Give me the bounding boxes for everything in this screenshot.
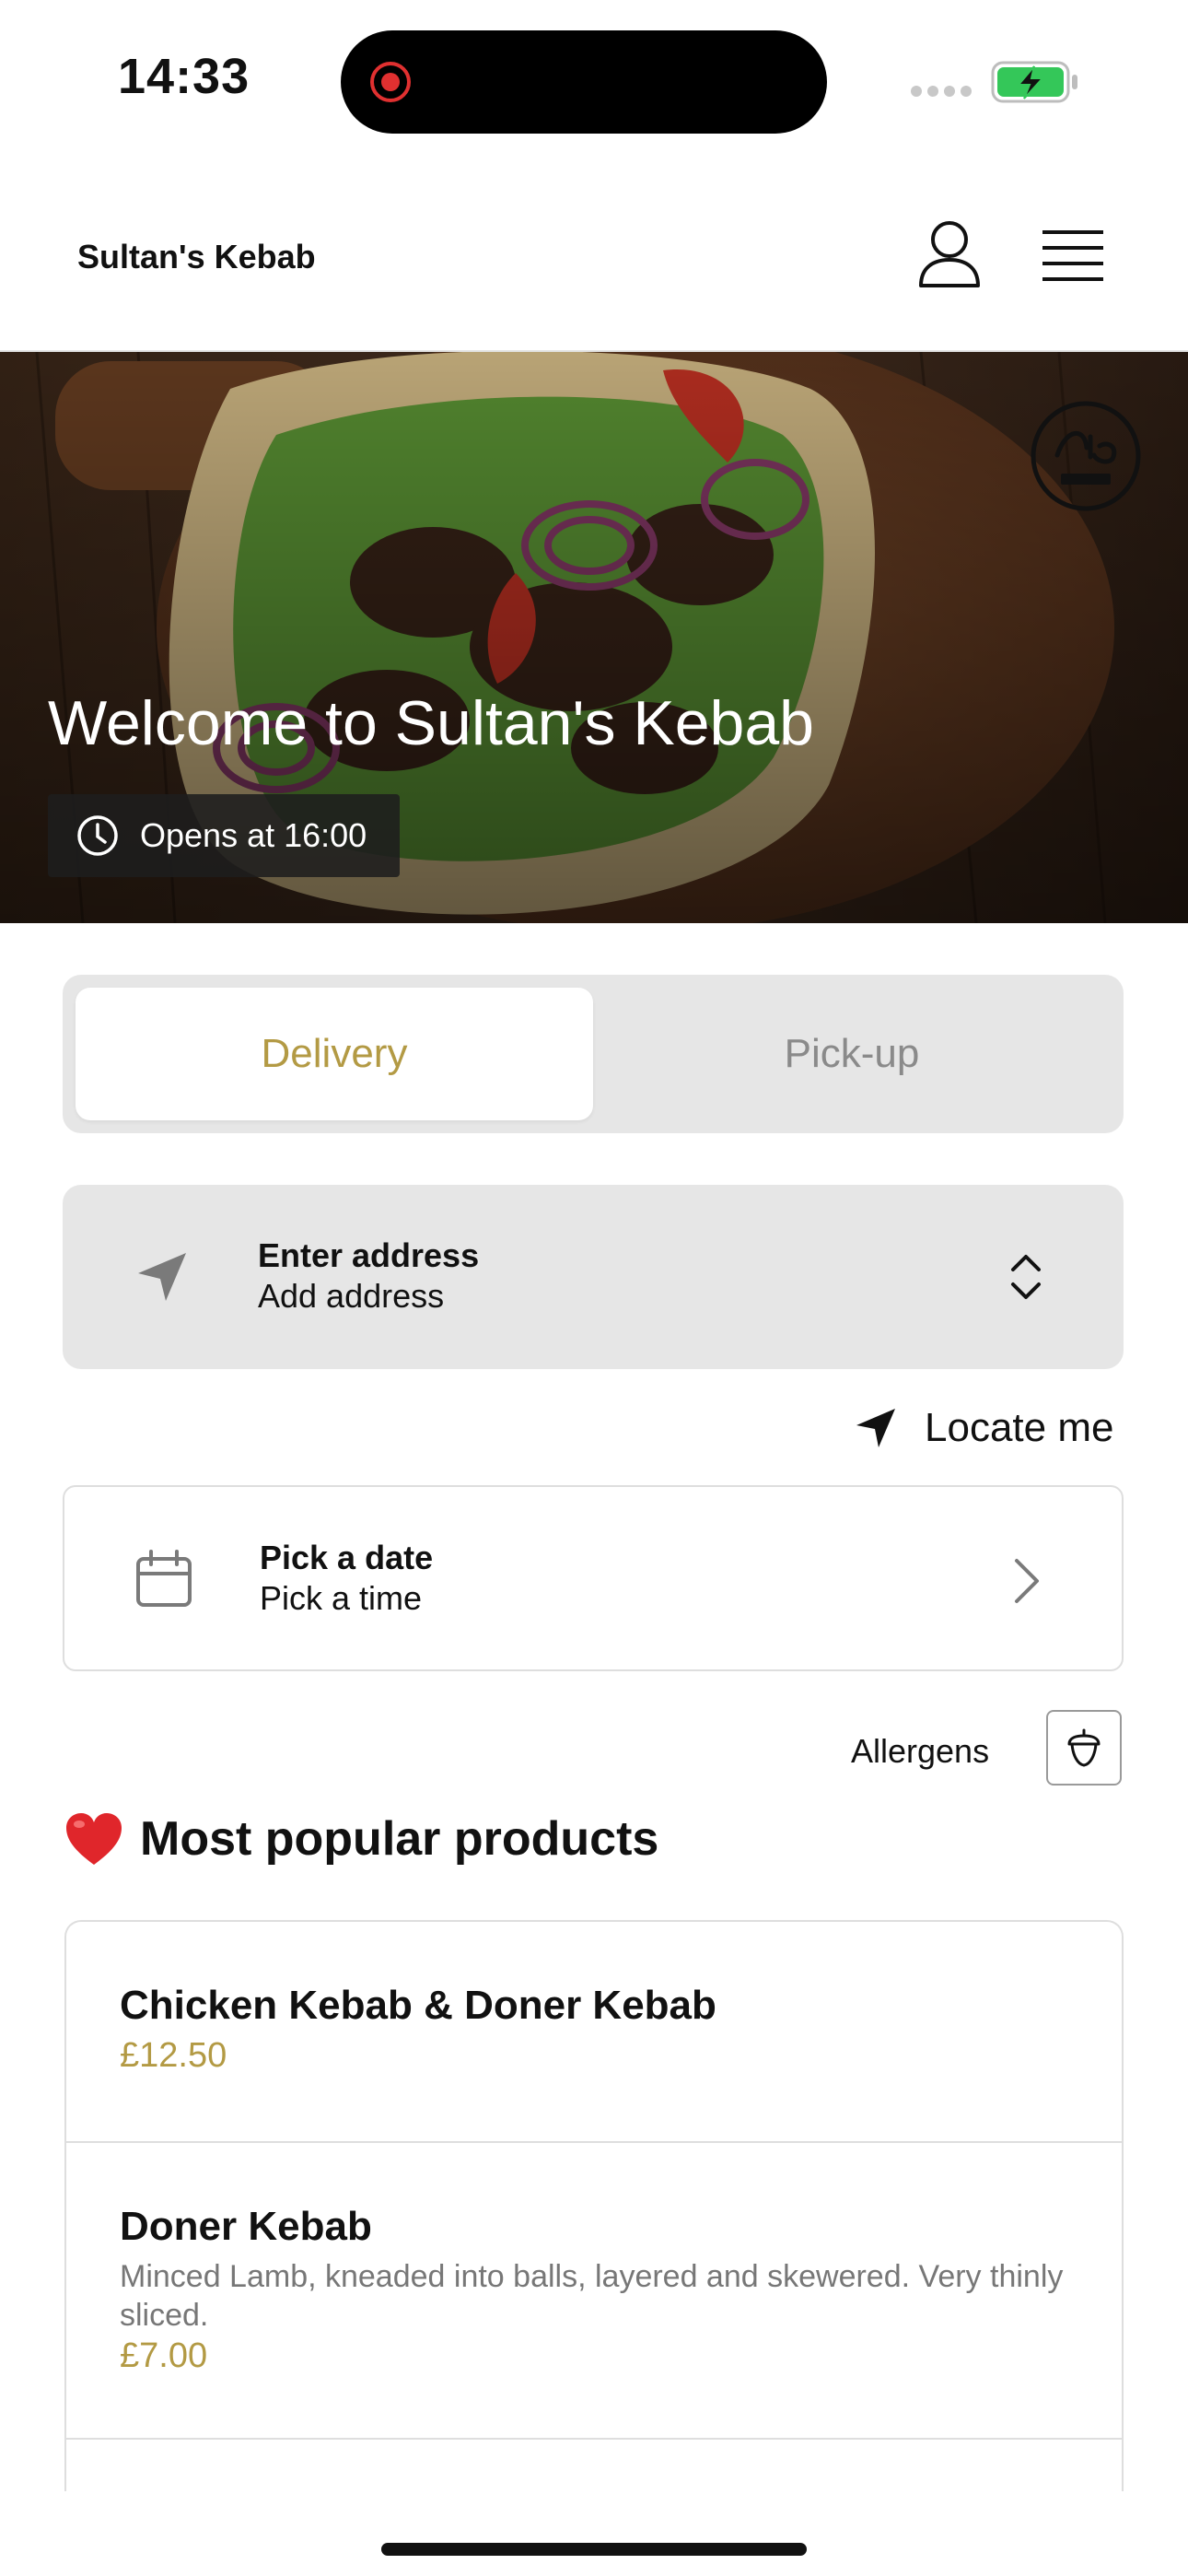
product-list: Chicken Kebab & Doner Kebab £12.50 Doner… <box>64 1920 1124 2491</box>
locate-me-label: Locate me <box>925 1405 1114 1450</box>
hamburger-menu-icon[interactable] <box>1041 228 1107 282</box>
popular-section-header: Most popular products <box>64 1811 658 1867</box>
home-indicator[interactable] <box>381 2543 807 2556</box>
product-price: £7.00 <box>120 2336 208 2375</box>
hero-title: Welcome to Sultan's Kebab <box>48 688 814 758</box>
address-selector[interactable]: Enter address Add address <box>63 1185 1124 1369</box>
heart-icon <box>66 1813 122 1865</box>
brand-name[interactable]: Sultan's Kebab <box>77 238 316 276</box>
recording-indicator-icon <box>370 62 411 102</box>
date-title: Pick a date <box>260 1539 434 1576</box>
signal-icon <box>911 86 972 97</box>
location-arrow-icon <box>138 1253 186 1301</box>
delivery-option[interactable]: Delivery <box>76 988 593 1120</box>
status-bar: 14:33 <box>0 0 1188 157</box>
product-price: £12.50 <box>120 2036 227 2075</box>
halal-badge-icon <box>1031 401 1141 511</box>
status-time: 14:33 <box>118 49 250 104</box>
account-icon[interactable] <box>915 219 984 289</box>
chevron-right-icon <box>1015 1559 1039 1603</box>
product-item[interactable]: Doner Kebab Minced Lamb, kneaded into ba… <box>66 2143 1122 2440</box>
time-subtitle: Pick a time <box>260 1579 423 1617</box>
clock-icon <box>77 815 118 856</box>
allergens-label: Allergens <box>851 1732 990 1770</box>
address-title: Enter address <box>258 1236 480 1274</box>
calendar-icon <box>136 1550 192 1607</box>
pickup-option[interactable]: Pick-up <box>593 988 1111 1120</box>
app-header: Sultan's Kebab <box>0 157 1188 352</box>
app-screen: 14:33 Sultan's Kebab Welcome to Sultan's… <box>0 0 1188 2576</box>
allergen-acorn-icon <box>1067 1728 1101 1767</box>
address-text: Enter address Add address <box>258 1236 479 1316</box>
product-name: Chicken Kebab & Doner Kebab <box>120 1983 716 2028</box>
hero-banner: Welcome to Sultan's Kebab Opens at 16:00 <box>0 352 1188 923</box>
section-title: Most popular products <box>140 1812 659 1866</box>
dynamic-island <box>341 30 827 134</box>
allergens-button[interactable] <box>1046 1710 1122 1786</box>
chevron-up-down-icon <box>1011 1255 1041 1299</box>
opening-hours-text: Opens at 16:00 <box>140 816 367 854</box>
product-item[interactable]: Chicken Kebab & Doner Kebab £12.50 <box>66 1922 1122 2143</box>
order-mode-toggle: Delivery Pick-up <box>63 975 1124 1133</box>
product-description: Minced Lamb, kneaded into balls, layered… <box>120 2259 1064 2333</box>
product-name: Doner Kebab <box>120 2204 372 2249</box>
location-arrow-icon <box>856 1409 895 1447</box>
opening-hours-badge: Opens at 16:00 <box>48 794 400 877</box>
locate-me-button[interactable]: Locate me <box>855 1402 1113 1454</box>
address-subtitle: Add address <box>258 1277 445 1315</box>
battery-charging-icon <box>991 61 1077 103</box>
date-time-picker[interactable]: Pick a date Pick a time <box>63 1485 1124 1671</box>
date-text: Pick a date Pick a time <box>260 1539 433 1618</box>
